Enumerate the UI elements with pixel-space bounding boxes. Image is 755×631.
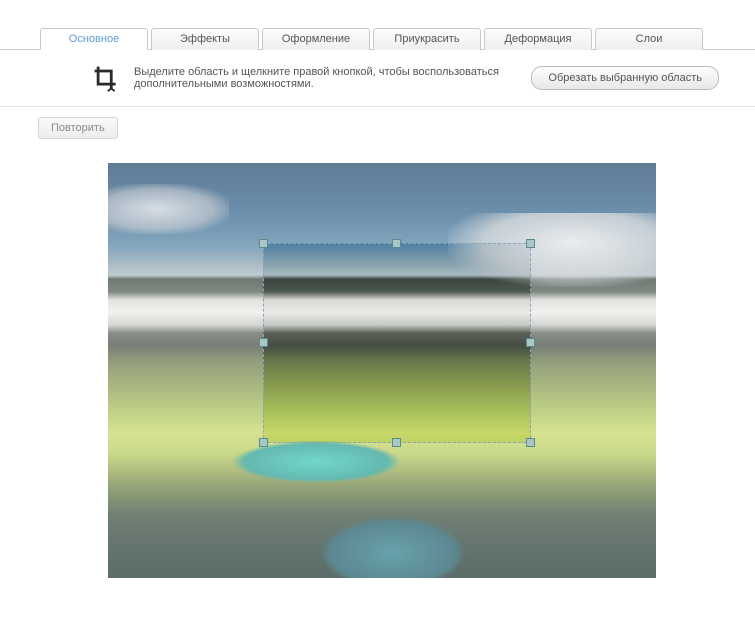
repeat-button[interactable]: Повторить	[38, 117, 118, 139]
crop-hint: Выделите область и щелкните правой кнопк…	[134, 66, 517, 90]
resize-handle-sw[interactable]	[259, 438, 268, 447]
resize-handle-e[interactable]	[526, 338, 535, 347]
tab-effects[interactable]: Эффекты	[151, 28, 259, 50]
tab-decoration[interactable]: Оформление	[262, 28, 370, 50]
tab-bar: Основное Эффекты Оформление Приукрасить …	[0, 28, 755, 50]
resize-handle-s[interactable]	[392, 438, 401, 447]
crop-selection[interactable]	[263, 243, 531, 443]
crop-icon	[92, 64, 120, 92]
crop-button[interactable]: Обрезать выбранную область	[531, 66, 719, 90]
toolbar: Выделите область и щелкните правой кнопк…	[0, 49, 755, 107]
resize-handle-se[interactable]	[526, 438, 535, 447]
tab-deform[interactable]: Деформация	[484, 28, 592, 50]
tab-beautify[interactable]: Приукрасить	[373, 28, 481, 50]
resize-handle-w[interactable]	[259, 338, 268, 347]
tab-main[interactable]: Основное	[40, 28, 148, 50]
resize-handle-nw[interactable]	[259, 239, 268, 248]
resize-handle-ne[interactable]	[526, 239, 535, 248]
canvas[interactable]	[108, 163, 656, 578]
tab-layers[interactable]: Слои	[595, 28, 703, 50]
resize-handle-n[interactable]	[392, 239, 401, 248]
